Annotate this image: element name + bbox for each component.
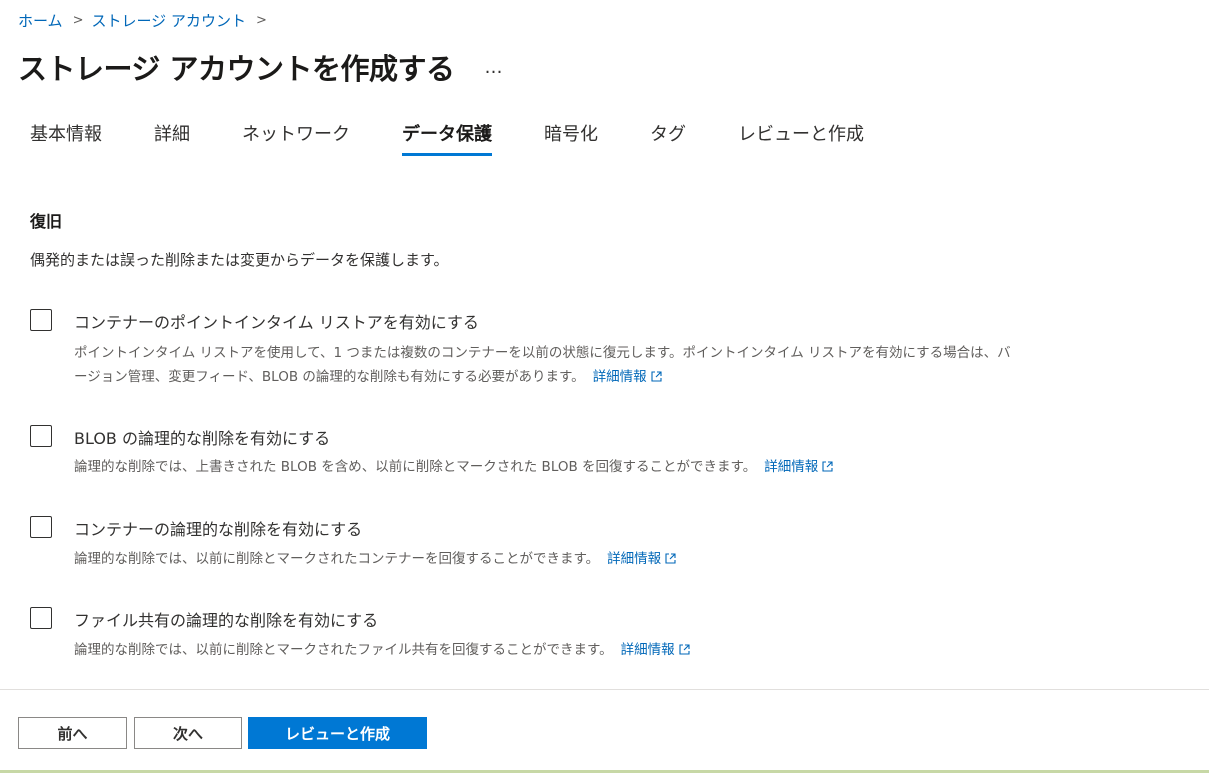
file-share-soft-delete-checkbox[interactable]: [30, 607, 52, 629]
external-link-icon: [822, 461, 833, 472]
learn-more-link[interactable]: 詳細情報: [764, 459, 833, 475]
page: ホーム > ストレージ アカウント > ストレージ アカウントを作成する … 基…: [0, 0, 1209, 773]
option-label: BLOB の論理的な削除を有効にする: [74, 429, 331, 448]
option-description: 論理的な削除では、上書きされた BLOB を含め、以前に削除とマークされた BL…: [74, 455, 1014, 479]
page-title: ストレージ アカウントを作成する: [18, 52, 455, 86]
external-link-icon: [679, 644, 690, 655]
option-description-text: 論理的な削除では、以前に削除とマークされたファイル共有を回復することができます。: [74, 642, 613, 658]
footer-divider: [0, 689, 1209, 690]
learn-more-label: 詳細情報: [764, 459, 819, 475]
title-row: ストレージ アカウントを作成する …: [18, 46, 504, 88]
option-label: ファイル共有の論理的な削除を有効にする: [74, 611, 379, 630]
more-icon[interactable]: …: [485, 57, 504, 78]
learn-more-label: 詳細情報: [607, 551, 662, 567]
section-title: 復旧: [30, 212, 63, 231]
option-label: コンテナーの論理的な削除を有効にする: [74, 520, 363, 539]
point-in-time-restore-checkbox[interactable]: [30, 309, 52, 331]
chevron-right-icon: >: [72, 13, 84, 28]
chevron-right-icon: >: [255, 13, 267, 28]
breadcrumb: ホーム > ストレージ アカウント >: [18, 10, 275, 31]
option-description: 論理的な削除では、以前に削除とマークされたファイル共有を回復することができます。…: [74, 638, 1014, 662]
learn-more-link[interactable]: 詳細情報: [593, 369, 662, 385]
tab-basics[interactable]: 基本情報: [30, 120, 102, 156]
option-description: 論理的な削除では、以前に削除とマークされたコンテナーを回復することができます。詳…: [74, 547, 1014, 571]
option-description-text: ポイントインタイム リストアを使用して、1 つまたは複数のコンテナーを以前の状態…: [74, 345, 1011, 385]
tab-encryption[interactable]: 暗号化: [544, 120, 598, 156]
option-description: ポイントインタイム リストアを使用して、1 つまたは複数のコンテナーを以前の状態…: [74, 341, 1014, 389]
external-link-icon: [665, 553, 676, 564]
external-link-icon: [651, 371, 662, 382]
option-description-text: 論理的な削除では、以前に削除とマークされたコンテナーを回復することができます。: [74, 551, 600, 567]
option-description-text: 論理的な削除では、上書きされた BLOB を含め、以前に削除とマークされた BL…: [74, 459, 757, 475]
learn-more-link[interactable]: 詳細情報: [607, 551, 676, 567]
tab-tags[interactable]: タグ: [650, 120, 686, 156]
blob-soft-delete-checkbox[interactable]: [30, 425, 52, 447]
tab-bar: 基本情報 詳細 ネットワーク データ保護 暗号化 タグ レビューと作成: [30, 120, 916, 156]
learn-more-label: 詳細情報: [620, 642, 675, 658]
option-label: コンテナーのポイントインタイム リストアを有効にする: [74, 313, 479, 332]
tab-data-protection[interactable]: データ保護: [402, 120, 492, 156]
previous-button[interactable]: 前へ: [18, 717, 127, 749]
section-description: 偶発的または誤った削除または変更からデータを保護します。: [30, 251, 449, 269]
next-button[interactable]: 次へ: [134, 717, 242, 749]
container-soft-delete-checkbox[interactable]: [30, 516, 52, 538]
learn-more-link[interactable]: 詳細情報: [621, 642, 690, 658]
tab-advanced[interactable]: 詳細: [154, 120, 190, 156]
learn-more-label: 詳細情報: [592, 369, 647, 385]
tab-review-create[interactable]: レビューと作成: [738, 120, 864, 156]
tab-networking[interactable]: ネットワーク: [242, 120, 350, 156]
breadcrumb-storage-accounts[interactable]: ストレージ アカウント: [91, 10, 245, 31]
review-create-button[interactable]: レビューと作成: [248, 717, 427, 749]
breadcrumb-home[interactable]: ホーム: [18, 10, 63, 31]
